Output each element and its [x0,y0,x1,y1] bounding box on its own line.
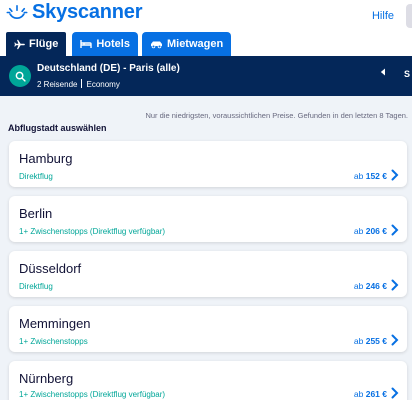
cabin-class-text: Economy [86,80,120,89]
price: ab 246 € [354,281,387,291]
search-button[interactable] [9,65,31,87]
tab-flights[interactable]: Flüge [4,30,69,56]
tab-car-hire-label: Mietwagen [166,38,224,50]
chevron-right-icon[interactable] [389,168,401,182]
stops-info: Direktflug [19,282,53,291]
skyscanner-logo[interactable]: Skyscanner [6,1,142,23]
price: ab 152 € [354,171,387,181]
tab-hotels-label: Hotels [96,38,130,50]
section-title: Abflugstadt auswählen [8,123,107,133]
tab-hotels[interactable]: Hotels [72,32,138,56]
product-tabs: Flüge Hotels Mietwagen [4,30,232,56]
brand-name: Skyscanner [32,0,143,23]
plane-icon [14,39,25,49]
price-value: 261 € [365,389,387,399]
result-card-berlin[interactable]: Berlin 1+ Zwischenstopps (Direktflug ver… [9,196,407,242]
search-summary-bar[interactable]: Deutschland (DE) - Paris (alle) 2 Reisen… [0,56,412,96]
price-prefix: ab [353,336,364,346]
stops-info: 1+ Zwischenstopps (Direktflug verfügbar) [19,390,166,399]
price-prefix: ab [353,171,364,181]
divider [81,79,83,88]
price-value: 255 € [365,336,387,346]
result-card-hamburg[interactable]: Hamburg Direktflug ab 152 € [9,141,407,187]
search-details: 2 Reisende Economy [37,79,120,89]
city-name: Hamburg [19,151,73,166]
bed-icon [80,40,93,48]
triangle-left-icon[interactable] [380,68,386,76]
price: ab 206 € [354,226,387,236]
result-card-duesseldorf[interactable]: Düsseldorf Direktflug ab 246 € [9,251,407,297]
account-button[interactable] [406,4,412,28]
city-name: Nürnberg [19,371,74,386]
price-value: 152 € [365,171,387,181]
price-disclaimer: Nur die niedrigsten, voraussichtlichen P… [145,111,408,120]
stops-info: 1+ Zwischenstopps (Direktflug verfügbar) [19,227,166,236]
tab-flights-label: Flüge [29,38,59,50]
search-icon [15,71,26,82]
price-prefix: ab [353,281,364,291]
top-header: Skyscanner Hilfe Flüge Hotels Mietwagen [0,0,412,56]
city-name: Berlin [19,206,53,221]
city-name: Düsseldorf [19,261,82,276]
chevron-right-icon[interactable] [389,333,401,347]
price-value: 206 € [365,226,387,236]
car-icon [150,41,162,49]
tab-car-hire[interactable]: Mietwagen [141,32,232,56]
sunrise-logo-icon [6,5,28,19]
price: ab 261 € [354,389,387,399]
result-card-memmingen[interactable]: Memmingen 1+ Zwischenstopps ab 255 € [9,306,407,352]
travellers-text: 2 Reisende [37,80,78,89]
chevron-right-icon[interactable] [389,278,401,292]
chevron-right-icon[interactable] [389,386,401,400]
chevron-right-icon[interactable] [389,223,401,237]
price-prefix: ab [353,226,364,236]
truncated-control-label[interactable]: S [404,69,410,79]
stops-info: Direktflug [19,172,53,181]
price: ab 255 € [354,336,387,346]
city-name: Memmingen [19,316,91,331]
stops-info: 1+ Zwischenstopps [19,337,88,346]
price-prefix: ab [353,389,364,399]
price-value: 246 € [365,281,387,291]
route-text: Deutschland (DE) - Paris (alle) [37,63,180,74]
result-card-nuernberg[interactable]: Nürnberg 1+ Zwischenstopps (Direktflug v… [9,361,407,400]
help-link[interactable]: Hilfe [372,10,394,22]
